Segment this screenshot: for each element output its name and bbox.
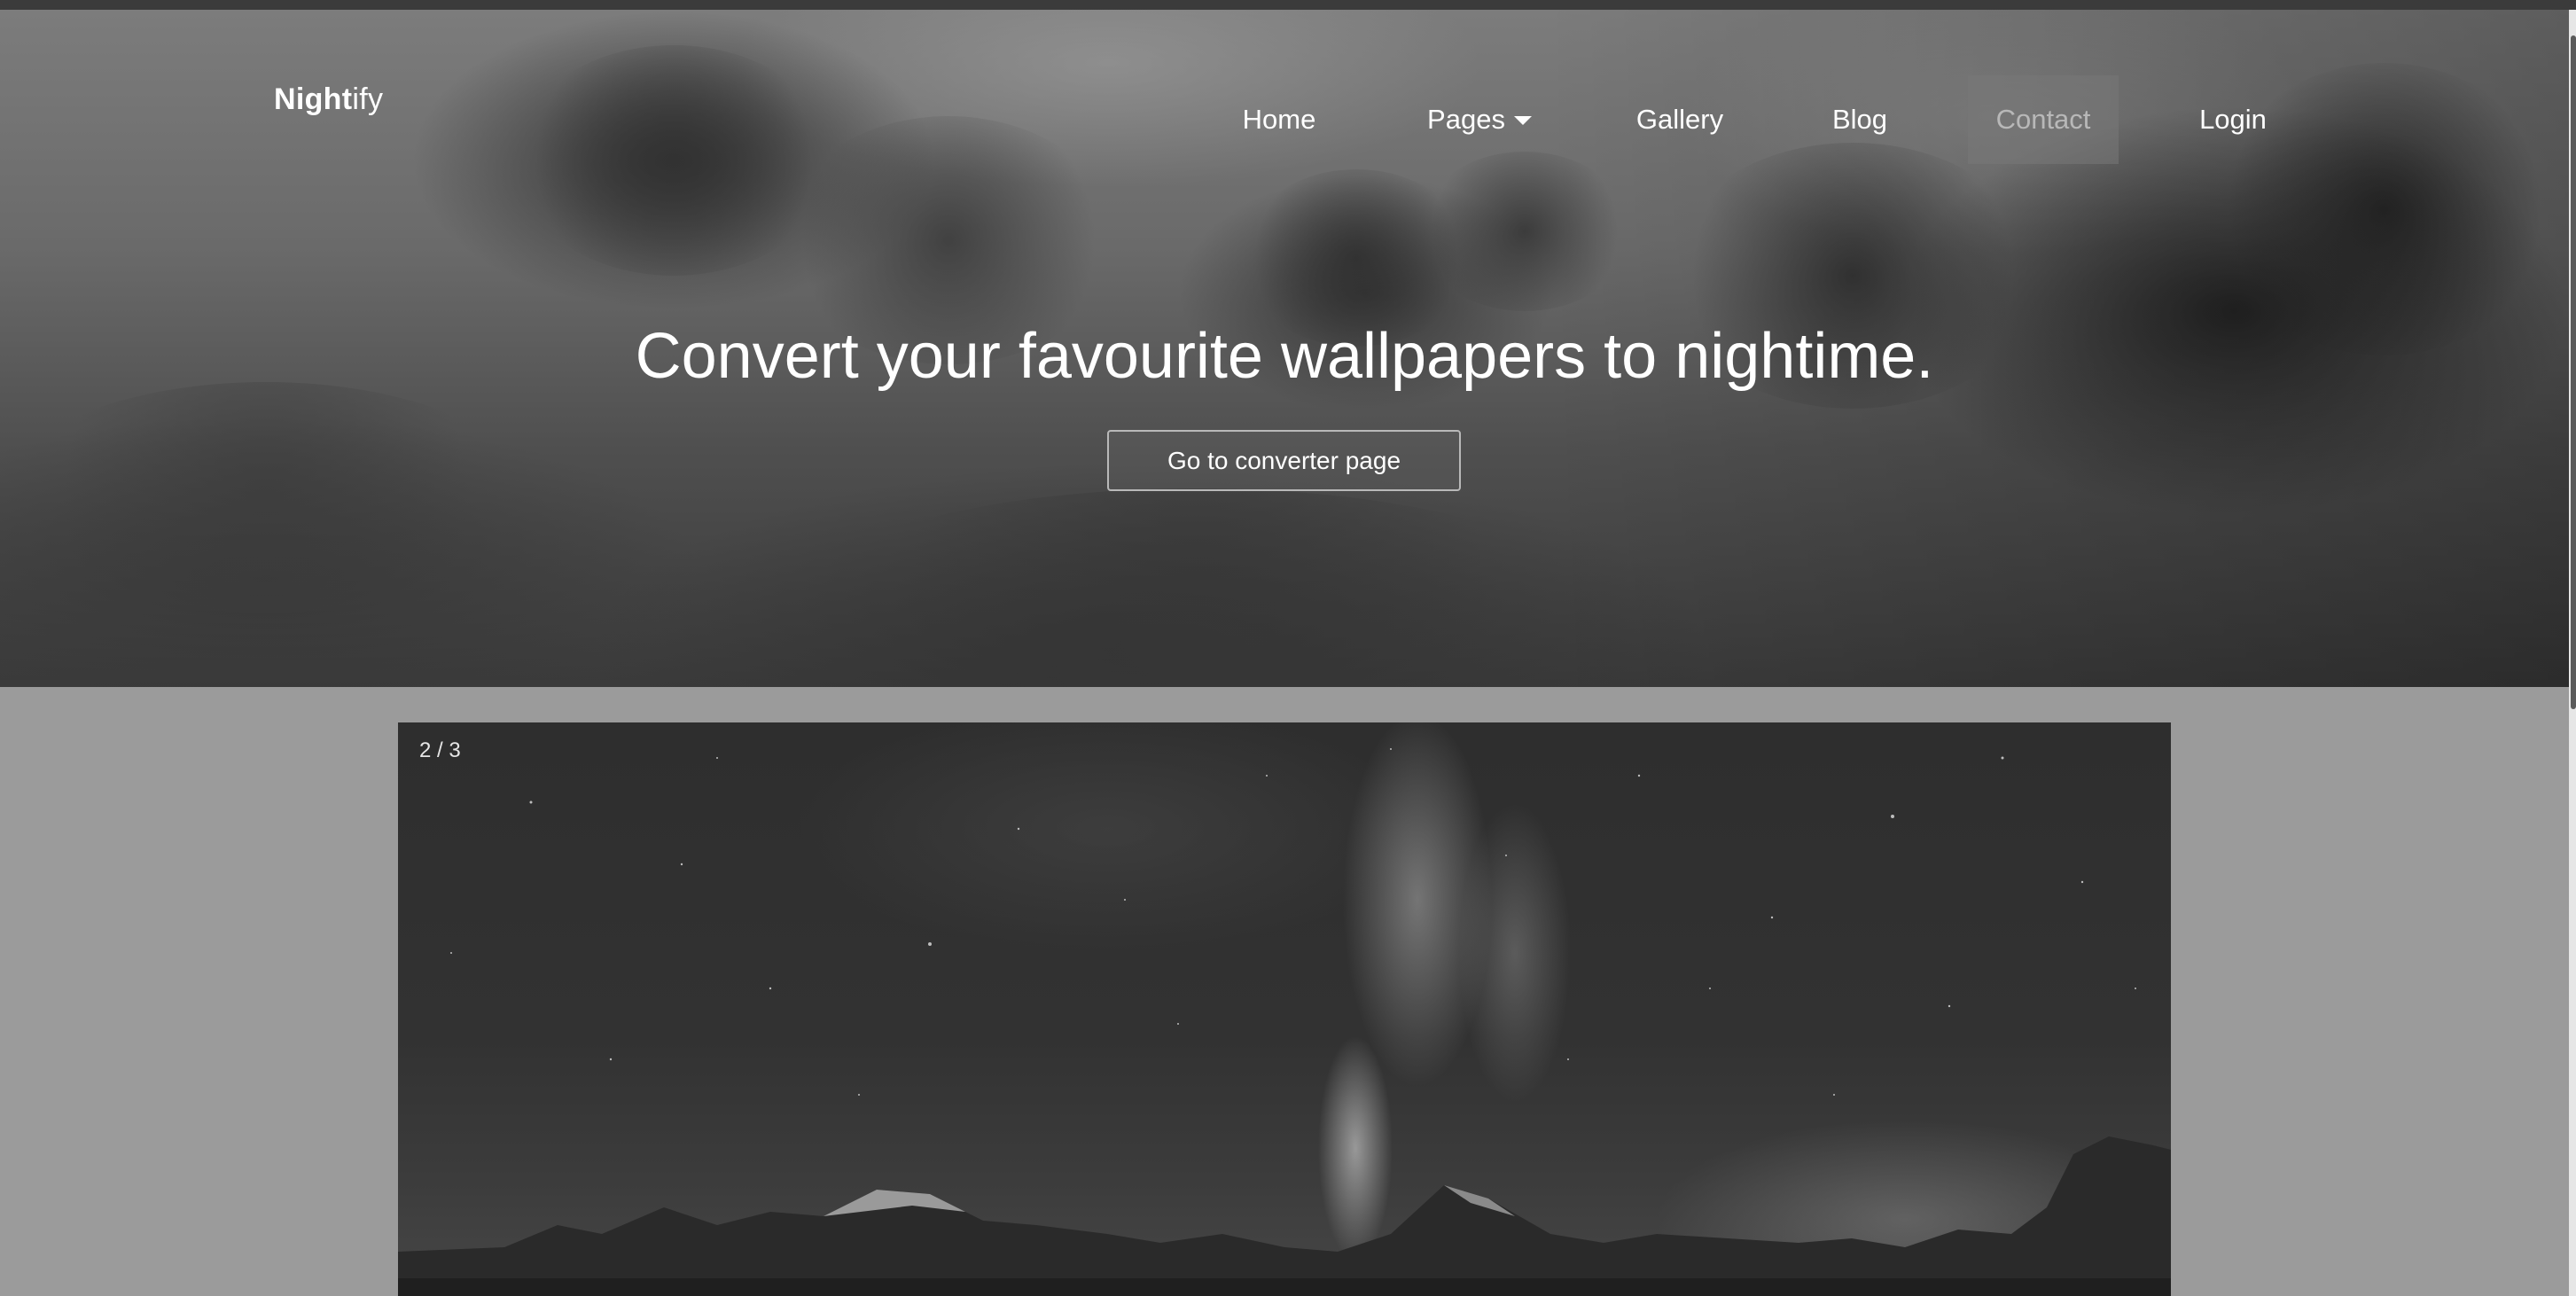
mountain-range [398, 1136, 2171, 1296]
nav-contact[interactable]: Contact [1968, 75, 2119, 164]
nav-login-label: Login [2199, 104, 2267, 135]
nav-home[interactable]: Home [1214, 75, 1344, 164]
nav-gallery-label: Gallery [1635, 104, 1724, 135]
hero-banner: Nightify Home Pages Gallery Blog Contact… [0, 10, 2569, 687]
nav-blog[interactable]: Blog [1803, 75, 1916, 164]
hero-title: Convert your favourite wallpapers to nig… [635, 321, 1934, 392]
chevron-down-icon [1513, 116, 1532, 125]
brand-light: ify [352, 82, 384, 116]
nav-home-label: Home [1242, 104, 1316, 135]
slideshow: 2 / 3 [398, 722, 2171, 1296]
brand-bold: Night [274, 82, 353, 116]
nav-blog-label: Blog [1831, 104, 1888, 135]
browser-top-bar [0, 0, 2576, 10]
nav-login[interactable]: Login [2168, 75, 2298, 164]
converter-page-button[interactable]: Go to converter page [1107, 430, 1461, 491]
scrollbar-thumb[interactable] [2571, 35, 2576, 709]
brand-logo[interactable]: Nightify [274, 82, 383, 117]
nav-gallery[interactable]: Gallery [1606, 75, 1753, 164]
nav-contact-label: Contact [1995, 104, 2091, 135]
slide-counter: 2 / 3 [419, 738, 461, 762]
nav-pages[interactable]: Pages [1399, 75, 1560, 164]
nav-pages-label: Pages [1427, 104, 1505, 135]
